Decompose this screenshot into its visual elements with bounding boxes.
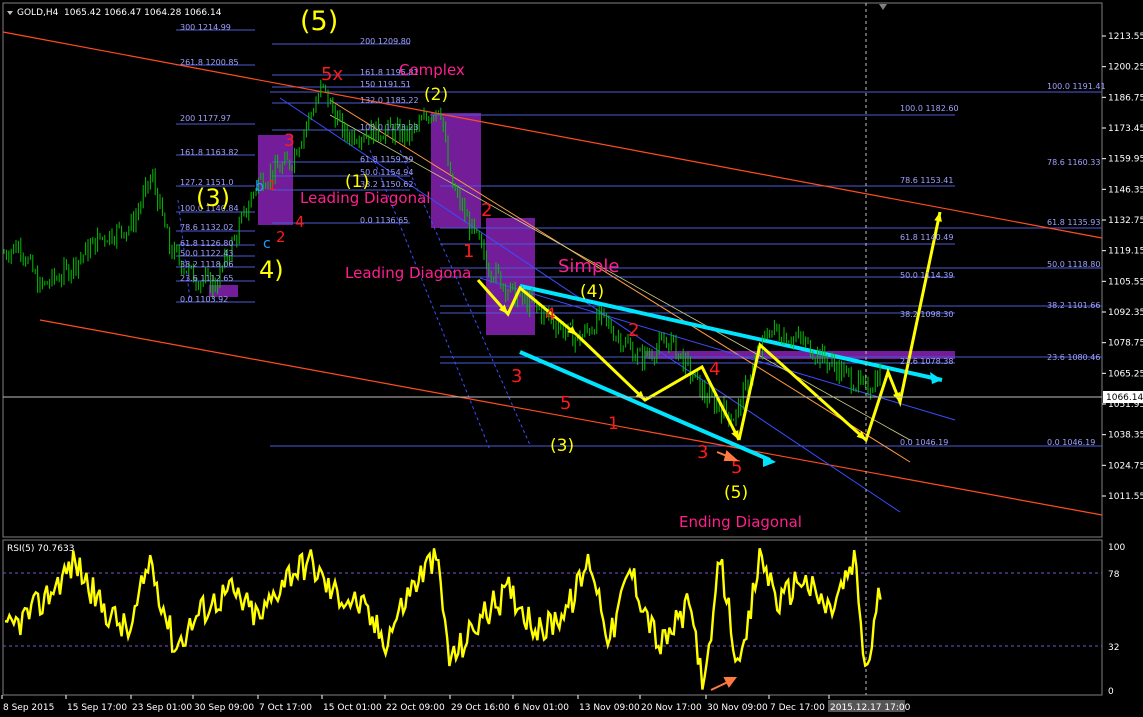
fib-text: 0.0 1046.19 bbox=[900, 438, 948, 447]
ohlc-values: 1065.42 1066.47 1064.28 1066.14 bbox=[64, 8, 222, 18]
label-w3: (3) bbox=[550, 436, 574, 456]
time-tick-label: 13 Nov 09:00 bbox=[579, 703, 640, 713]
price-tick-label: 1011.55 bbox=[1108, 492, 1143, 502]
fib-text: 132.0 1185.22 bbox=[360, 96, 419, 105]
label-simple: Simple bbox=[558, 256, 619, 277]
label-n2c: 2 bbox=[628, 320, 639, 341]
time-tick-label: 20 Nov 17:00 bbox=[641, 703, 702, 713]
label-w5b: (5) bbox=[724, 483, 748, 503]
price-tick-label: 1024.75 bbox=[1108, 461, 1143, 471]
rsi-tick-label: 78 bbox=[1108, 570, 1120, 580]
fib-text: 50.0 1114.39 bbox=[900, 271, 953, 280]
label-w2: (2) bbox=[424, 85, 448, 105]
time-tick-label: 6 Nov 01:00 bbox=[514, 703, 569, 713]
label-b: b bbox=[255, 179, 264, 195]
label-n3b: 3 bbox=[511, 366, 522, 387]
chart-window: 300 1214.99261.8 1200.85200 1177.97161.8… bbox=[0, 0, 1143, 717]
rsi-tick-label: 100 bbox=[1108, 543, 1125, 553]
fib-text: 100.0 1191.41 bbox=[1047, 82, 1106, 91]
label-n1b: 1 bbox=[463, 241, 474, 262]
price-tick-label: 1105.55 bbox=[1108, 277, 1143, 287]
rsi-tick-label: 0 bbox=[1108, 687, 1114, 697]
rsi-pane[interactable] bbox=[2, 539, 1103, 696]
label-n3c: 3 bbox=[697, 442, 708, 463]
time-tick-label: 8 Sep 2015 bbox=[3, 703, 54, 713]
label-n4a: 4 bbox=[295, 213, 305, 231]
time-tick-label: 29 Oct 16:00 bbox=[451, 703, 510, 713]
fib-text: 0.0 1136.65 bbox=[360, 216, 408, 225]
fib-text: 61.8 1135.93 bbox=[1047, 218, 1100, 227]
label-complex: Complex bbox=[399, 61, 465, 79]
label-top5: (5) bbox=[300, 6, 338, 37]
price-tick-label: 1132.75 bbox=[1108, 216, 1143, 226]
fib-text: 78.6 1132.02 bbox=[180, 223, 233, 232]
fib-text: 100.0 1182.60 bbox=[900, 104, 959, 113]
fib-text: 161.8 1163.82 bbox=[180, 148, 239, 157]
time-tick-label: 15 Oct 01:00 bbox=[323, 703, 382, 713]
price-tick-label: 1213.55 bbox=[1108, 32, 1143, 42]
label-n1a: 1 bbox=[268, 179, 276, 194]
fib-text: 38.2 1098.30 bbox=[900, 310, 953, 319]
price-tick-label: 1038.35 bbox=[1108, 431, 1143, 441]
time-tick-label: 7 Dec 17:00 bbox=[770, 703, 825, 713]
time-tick-label: 7 Oct 17:00 bbox=[259, 703, 312, 713]
label-n1c: 1 bbox=[608, 414, 619, 434]
time-tick-label: 2015.12.17 17:00 bbox=[830, 703, 911, 713]
label-n4b: 4 bbox=[545, 305, 556, 325]
label-left3: (3) bbox=[196, 184, 230, 212]
fib-text: 100.0 1173.23 bbox=[360, 123, 419, 132]
price-tick-label: 1173.45 bbox=[1108, 124, 1143, 134]
fib-text: 61.8 1140.49 bbox=[900, 233, 953, 242]
fib-text: 61.8 1126.80 bbox=[180, 239, 233, 248]
price-tick-label: 1092.35 bbox=[1108, 308, 1143, 318]
price-tick-label: 1065.25 bbox=[1108, 369, 1143, 379]
label-n2a: 2 bbox=[276, 228, 286, 246]
rsi-title: RSI(5) 70.7633 bbox=[7, 544, 74, 554]
fib-text: 50.0 1122.43 bbox=[180, 249, 233, 258]
label-c: c bbox=[263, 236, 271, 252]
rsi-tick-label: 32 bbox=[1108, 643, 1119, 653]
label-ending: Ending Diagonal bbox=[679, 513, 802, 531]
fib-text: 61.8 1159.39 bbox=[360, 155, 413, 164]
fib-text: 50.0 1118.80 bbox=[1047, 260, 1100, 269]
time-tick-label: 23 Sep 01:00 bbox=[132, 703, 192, 713]
fib-text: 23.6 1080.46 bbox=[1047, 353, 1100, 362]
fib-text: 261.8 1200.85 bbox=[180, 58, 239, 67]
price-tick-label: 1146.35 bbox=[1108, 185, 1143, 195]
symbol-title: GOLD,H4 bbox=[17, 8, 59, 18]
price-tick-label: 1200.25 bbox=[1108, 63, 1143, 73]
fib-text: 300 1214.99 bbox=[180, 23, 231, 32]
label-leading2: Leading Diagona bbox=[345, 264, 471, 282]
time-tick-label: 15 Sep 17:00 bbox=[67, 703, 127, 713]
price-pane[interactable] bbox=[2, 2, 1103, 538]
label-5x: 5x bbox=[321, 64, 343, 85]
time-tick-label: 30 Sep 09:00 bbox=[194, 703, 254, 713]
price-tick-label: 1078.75 bbox=[1108, 339, 1143, 349]
label-n5b: 5 bbox=[560, 393, 571, 414]
fib-text: 200 1177.97 bbox=[180, 114, 231, 123]
label-n4c: 4 bbox=[709, 359, 720, 380]
time-tick-label: 22 Oct 09:00 bbox=[386, 703, 445, 713]
price-tick-label: 1186.75 bbox=[1108, 93, 1143, 103]
label-n3a: 3 bbox=[284, 131, 295, 151]
price-tick-label: 1159.95 bbox=[1108, 155, 1143, 165]
fib-text: 38.2 1101.66 bbox=[1047, 301, 1100, 310]
label-left4: 4) bbox=[259, 256, 284, 284]
fib-text: 23.6 1112.65 bbox=[180, 274, 233, 283]
current-price-badge: 1066.14 bbox=[1103, 391, 1143, 403]
label-w4: (4) bbox=[580, 282, 604, 302]
time-tick-label: 30 Nov 09:00 bbox=[707, 703, 768, 713]
fib-text: 78.6 1153.41 bbox=[900, 176, 953, 185]
fib-text: 200 1209.80 bbox=[360, 37, 411, 46]
fib-text: 78.6 1160.33 bbox=[1047, 158, 1100, 167]
label-n2b: 2 bbox=[481, 200, 492, 221]
price-tick-label: 1119.15 bbox=[1108, 247, 1143, 257]
label-leading1: Leading Diagonal bbox=[300, 189, 430, 207]
fib-text: 150 1191.51 bbox=[360, 80, 411, 89]
fib-text: 38.2 1118.06 bbox=[180, 260, 233, 269]
current-price-value: 1066.14 bbox=[1106, 393, 1143, 403]
fib-text: 0.0 1103.92 bbox=[180, 295, 228, 304]
fib-text: 0.0 1046.19 bbox=[1047, 438, 1095, 447]
fib-text: 23.6 1078.38 bbox=[900, 357, 953, 366]
